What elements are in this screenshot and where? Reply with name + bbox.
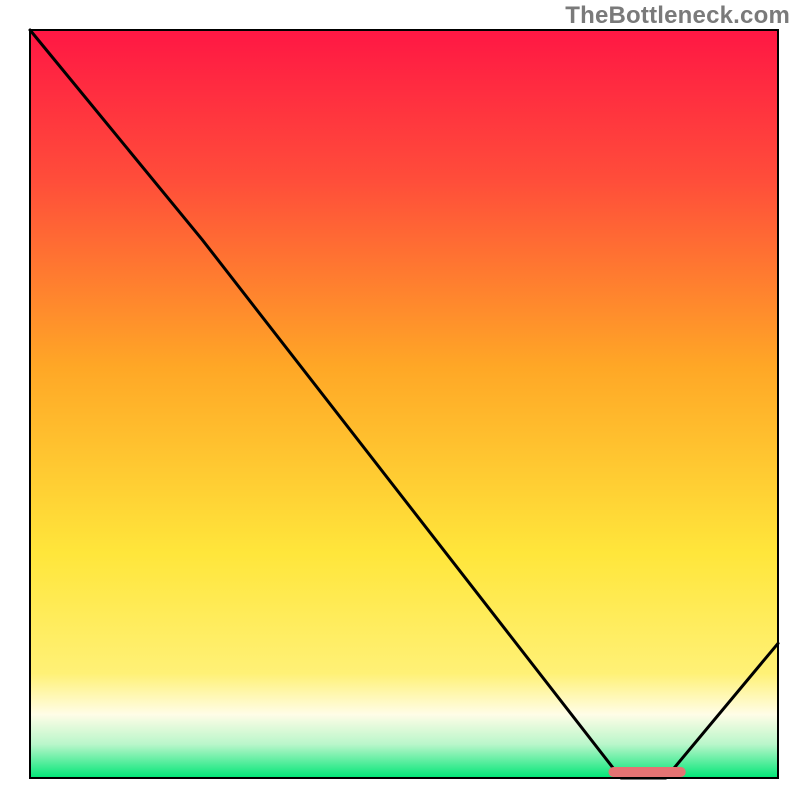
plot-background — [30, 30, 778, 778]
bottleneck-chart — [0, 0, 800, 800]
